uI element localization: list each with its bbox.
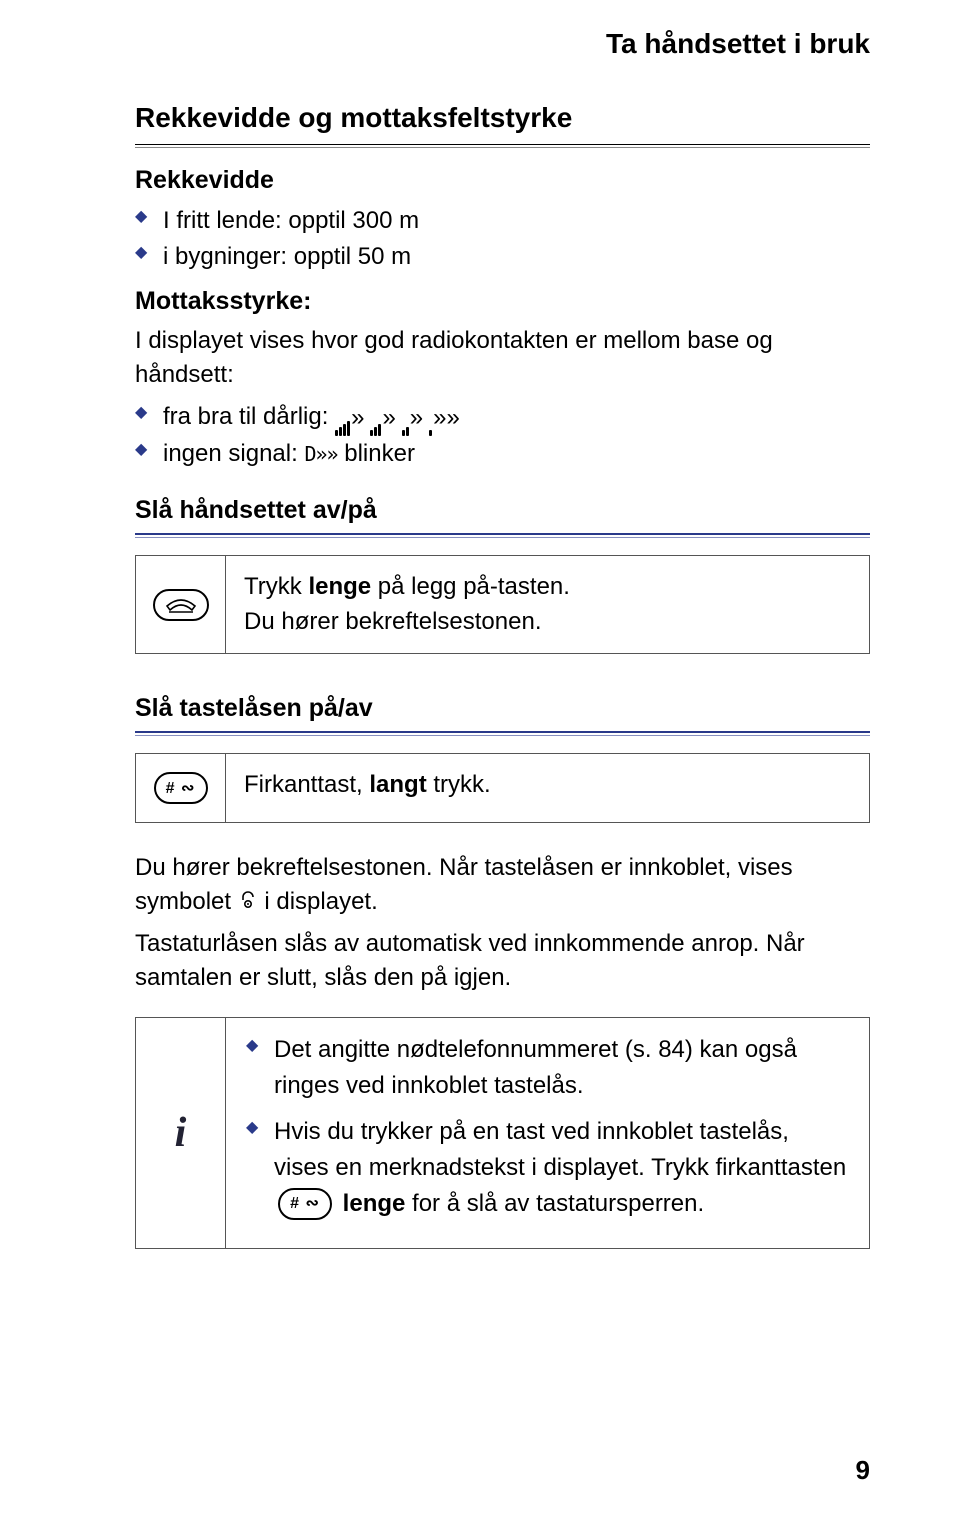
page-header-title: Ta håndsettet i bruk [135, 28, 870, 60]
blinker-text: blinker [344, 440, 415, 467]
hangup-key-icon [153, 589, 209, 621]
text: for å slå av tastatursperren. [405, 1190, 704, 1217]
range-list: I fritt lende: opptil 300 m i bygninger:… [135, 203, 870, 275]
hash-key-icon: # ∾ [154, 772, 208, 804]
strength-list: fra bra til dårlig: » » » »» ingen signa… [135, 399, 870, 472]
signal-2-icon: » [402, 400, 423, 436]
text: Du hører bekreftelsestonen. [244, 608, 541, 635]
text-strong: lenge [343, 1190, 406, 1217]
text: trykk. [427, 771, 491, 798]
list-item: I fritt lende: opptil 300 m [135, 203, 870, 239]
subheading-strength: Mottaksstyrke: [135, 287, 870, 316]
nosignal-prefix: ingen signal: [163, 440, 298, 467]
hash-key-icon: # ∾ [278, 1188, 332, 1220]
hash-key-label: # ∾ [290, 1192, 320, 1216]
page-number: 9 [856, 1455, 870, 1486]
info-box: i Det angitte nødtelefonnummeret (s. 84)… [135, 1017, 870, 1249]
text: på legg på-tasten. [371, 573, 570, 600]
divider [135, 144, 870, 150]
instruction-text: Firkanttast, langt trykk. [226, 754, 869, 822]
strength-prefix: fra bra til dårlig: [163, 403, 328, 430]
info-icon: i [175, 1109, 187, 1157]
list-item: ingen signal: D»» blinker [135, 436, 870, 472]
list-item: i bygninger: opptil 50 m [135, 239, 870, 275]
section-heading-range: Rekkevidde og mottaksfeltstyrke [135, 102, 870, 134]
list-item: Hvis du trykker på en tast ved innkoblet… [246, 1114, 849, 1222]
info-content: Det angitte nødtelefonnummeret (s. 84) k… [226, 1018, 869, 1248]
subheading-onoff: Slå håndsettet av/på [135, 496, 870, 525]
section-heading-keypad-lock: Slå tastelåsen på/av [135, 694, 870, 723]
paragraph: Du hører bekreftelsestonen. Når tastelås… [135, 851, 870, 919]
signal-4-icon: » [335, 400, 364, 436]
text: Hvis du trykker på en tast ved innkoblet… [274, 1118, 846, 1181]
signal-1-icon: »» [429, 400, 460, 436]
signal-strength-icons: » » » »» [335, 400, 460, 436]
list-item: fra bra til dårlig: » » » »» [135, 399, 870, 436]
key-icon-cell: # ∾ [136, 754, 226, 822]
divider [135, 731, 870, 737]
no-signal-icon: D»» [304, 442, 337, 466]
text: Trykk [244, 573, 308, 600]
instruction-box-keypad: # ∾ Firkanttast, langt trykk. [135, 753, 870, 823]
subheading-range: Rekkevidde [135, 166, 870, 195]
text: i displayet. [264, 888, 377, 915]
instruction-text: Trykk lenge på legg på-tasten. Du hører … [226, 556, 869, 654]
divider [135, 533, 870, 539]
paragraph: Tastaturlåsen slås av automatisk ved inn… [135, 927, 870, 994]
handset-down-icon [164, 596, 198, 614]
strength-intro: I displayet vises hvor god radiokontakte… [135, 324, 870, 391]
list-item: Det angitte nødtelefonnummeret (s. 84) k… [246, 1032, 849, 1104]
text-strong: langt [369, 771, 426, 798]
info-list: Det angitte nødtelefonnummeret (s. 84) k… [246, 1032, 849, 1222]
signal-3-icon: » [370, 400, 395, 436]
key-icon-cell [136, 556, 226, 654]
instruction-box-onoff: Trykk lenge på legg på-tasten. Du hører … [135, 555, 870, 655]
info-icon-cell: i [136, 1018, 226, 1248]
lock-icon [238, 886, 258, 920]
text: Du hører bekreftelsestonen. Når tastelås… [135, 854, 793, 915]
text-strong: lenge [308, 573, 371, 600]
hash-key-label: # ∾ [166, 778, 196, 798]
page: Ta håndsettet i bruk Rekkevidde og motta… [0, 0, 960, 1526]
text: Firkanttast, [244, 771, 369, 798]
